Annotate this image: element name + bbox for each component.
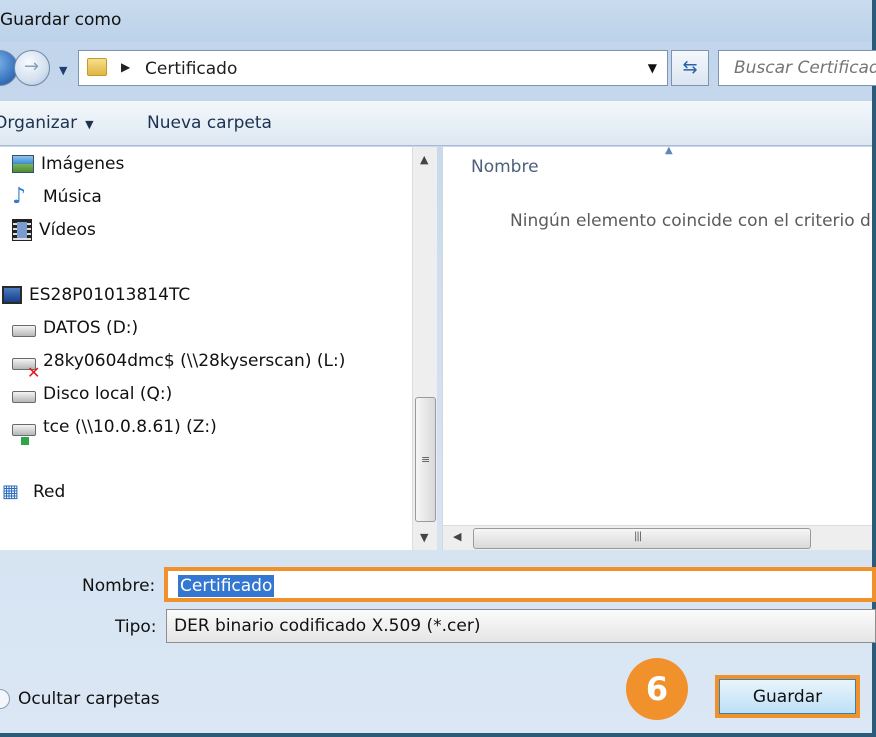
file-name-field[interactable]: Certificado [164,567,876,602]
nav-item-red[interactable]: ▦ Red [2,478,65,506]
drive-icon [12,325,36,337]
file-list: ▲ Nombre Ningún elemento coincide con el… [442,145,872,525]
address-dropdown-icon[interactable]: ▼ [648,61,657,75]
nav-item-label: Vídeos [39,220,96,240]
scroll-down-icon[interactable]: ▼ [420,531,428,544]
window-title: Guardar como [0,10,122,30]
file-type-label: Tipo: [115,617,157,637]
address-bar[interactable]: ▶ Certificado ▼ [78,50,668,86]
recent-locations-dropdown-icon[interactable]: ▼ [59,64,67,77]
search-input[interactable] [719,51,876,85]
nav-item-tce[interactable]: tce (\\10.0.8.61) (Z:) [12,413,217,445]
navigation-pane: Imágenes ♪ Música Vídeos ES28P01013814TC… [0,147,412,550]
search-box[interactable] [718,50,876,86]
forward-button[interactable]: → [14,50,50,86]
save-button[interactable]: Guardar [719,679,856,714]
scroll-up-icon[interactable]: ▲ [420,153,428,166]
nav-item-musica[interactable]: ♪ Música [12,183,102,211]
network-icon: ▦ [2,481,20,502]
refresh-icon: ⇆ [682,57,698,78]
nav-item-label: Red [33,482,66,502]
scrollbar-thumb[interactable]: ≡ [415,397,436,522]
pictures-icon [12,155,34,173]
hide-folders-label: Ocultar carpetas [18,689,160,709]
computer-icon [2,286,22,304]
save-as-dialog: Guardar como → ▼ ▶ Certificado ▼ ⇆ Organ… [0,0,876,737]
file-list-horizontal-scrollbar[interactable]: ◀ ||| [442,525,872,550]
sort-ascending-icon: ▲ [665,145,673,156]
file-name-value[interactable]: Certificado [178,575,275,597]
organize-menu-button[interactable]: Organizar ▼ [0,113,94,133]
nav-item-label: DATOS (D:) [43,318,139,338]
scrollbar-thumb[interactable]: ||| [473,528,811,549]
nav-item-computer[interactable]: ES28P01013814TC [2,281,190,309]
nav-item-datos[interactable]: DATOS (D:) [12,314,138,342]
scroll-left-icon[interactable]: ◀ [453,530,461,543]
grip-icon: ||| [634,531,642,542]
network-drive-icon [12,424,36,445]
navigation-scrollbar[interactable]: ▲ ≡ ▼ [412,147,437,550]
forward-arrow-icon: → [24,56,40,77]
refresh-button[interactable]: ⇆ [671,50,709,86]
drive-icon [12,391,36,403]
nav-item-label: Disco local (Q:) [43,384,173,404]
chevron-up-icon [0,689,10,709]
file-type-value: DER binario codificado X.509 (*.cer) [174,616,481,636]
title-bar: Guardar como [0,0,872,42]
chevron-down-icon: ▼ [85,118,94,131]
disconnected-network-drive-icon: ✕ [12,358,40,382]
command-bar: Organizar ▼ Nueva carpeta [0,100,872,146]
nav-item-label: 28ky0604dmc$ (\\28kyserscan) (L:) [43,351,346,371]
file-type-select[interactable]: DER binario codificado X.509 (*.cer) [166,609,876,643]
organize-label: Organizar [0,113,78,133]
nav-item-label: ES28P01013814TC [29,285,191,305]
breadcrumb-chevron-icon[interactable]: ▶ [121,60,130,74]
nav-item-network-drive-l[interactable]: ✕ 28ky0604dmc$ (\\28kyserscan) (L:) [12,347,346,382]
column-header-name[interactable]: Nombre [471,157,539,177]
step-number-badge: 6 [626,658,688,720]
nav-item-videos[interactable]: Vídeos [12,216,96,244]
videos-icon [12,219,32,241]
nav-item-label: Imágenes [41,154,125,174]
new-folder-button[interactable]: Nueva carpeta [147,113,272,133]
file-name-label: Nombre: [82,576,156,596]
folder-icon [87,58,107,76]
breadcrumb-certificado[interactable]: Certificado [145,59,237,79]
music-icon: ♪ [12,184,27,209]
empty-list-message: Ningún elemento coincide con el criterio… [510,211,871,231]
nav-item-disco-local[interactable]: Disco local (Q:) [12,380,172,408]
grip-icon: ≡ [421,453,431,466]
hide-folders-toggle[interactable]: Ocultar carpetas [0,689,160,709]
nav-item-label: Música [43,187,102,207]
nav-item-imagenes[interactable]: Imágenes [12,150,124,178]
nav-item-label: tce (\\10.0.8.61) (Z:) [43,417,217,437]
